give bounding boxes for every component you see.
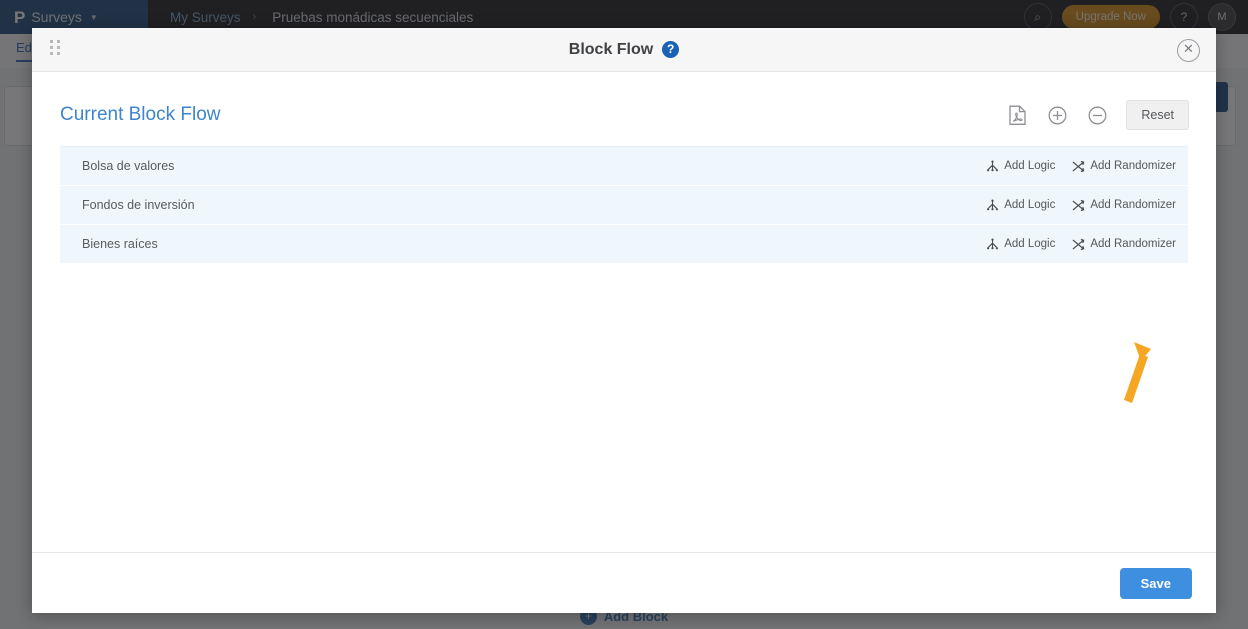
zoom-in-icon[interactable] xyxy=(1046,104,1068,126)
table-row[interactable]: Fondos de inversión Add Logic Add Random… xyxy=(60,186,1188,225)
current-block-flow-heading: Current Block Flow xyxy=(60,104,221,125)
add-logic-button[interactable]: Add Logic xyxy=(986,160,1055,173)
modal-header: Block Flow ? ✕ xyxy=(32,28,1216,72)
block-flow-modal: Block Flow ? ✕ Current Block Flow Reset … xyxy=(32,28,1216,613)
modal-footer: Save xyxy=(32,552,1216,613)
add-randomizer-button[interactable]: Add Randomizer xyxy=(1072,199,1176,212)
add-randomizer-button[interactable]: Add Randomizer xyxy=(1072,160,1176,173)
add-randomizer-label: Add Randomizer xyxy=(1090,199,1176,211)
save-button[interactable]: Save xyxy=(1119,567,1192,599)
reset-button[interactable]: Reset xyxy=(1126,100,1189,130)
block-name: Fondos de inversión xyxy=(82,198,195,212)
block-name: Bienes raíces xyxy=(82,237,158,251)
toolbar-actions: Reset xyxy=(1006,100,1189,130)
help-icon[interactable]: ? xyxy=(662,41,680,58)
row-actions: Add Logic Add Randomizer xyxy=(986,238,1176,251)
add-logic-button[interactable]: Add Logic xyxy=(986,238,1055,251)
modal-title-group: Block Flow ? xyxy=(568,40,680,59)
block-flow-list: Bolsa de valores Add Logic Add Randomize… xyxy=(60,146,1188,264)
add-logic-label: Add Logic xyxy=(1004,160,1056,172)
row-actions: Add Logic Add Randomizer xyxy=(986,199,1176,212)
table-row[interactable]: Bienes raíces Add Logic Add Randomizer xyxy=(60,225,1188,264)
add-logic-button[interactable]: Add Logic xyxy=(986,199,1055,212)
modal-body: Current Block Flow Reset Bolsa de valore… xyxy=(32,72,1216,552)
block-name: Bolsa de valores xyxy=(82,159,175,173)
drag-handle-icon[interactable] xyxy=(50,40,62,55)
add-randomizer-label: Add Randomizer xyxy=(1090,160,1176,172)
add-randomizer-button[interactable]: Add Randomizer xyxy=(1072,238,1176,251)
block-flow-toolbar: Current Block Flow Reset xyxy=(32,72,1216,130)
page-title: Block Flow xyxy=(568,40,654,58)
annotation-arrow-icon xyxy=(1124,342,1151,403)
table-row[interactable]: Bolsa de valores Add Logic Add Randomize… xyxy=(60,147,1188,186)
row-actions: Add Logic Add Randomizer xyxy=(986,160,1176,173)
add-logic-label: Add Logic xyxy=(1004,238,1056,250)
close-icon[interactable]: ✕ xyxy=(1177,39,1200,62)
add-logic-label: Add Logic xyxy=(1004,199,1056,211)
add-randomizer-label: Add Randomizer xyxy=(1090,238,1176,250)
pdf-file-icon[interactable] xyxy=(1006,104,1028,126)
zoom-out-icon[interactable] xyxy=(1086,104,1108,126)
